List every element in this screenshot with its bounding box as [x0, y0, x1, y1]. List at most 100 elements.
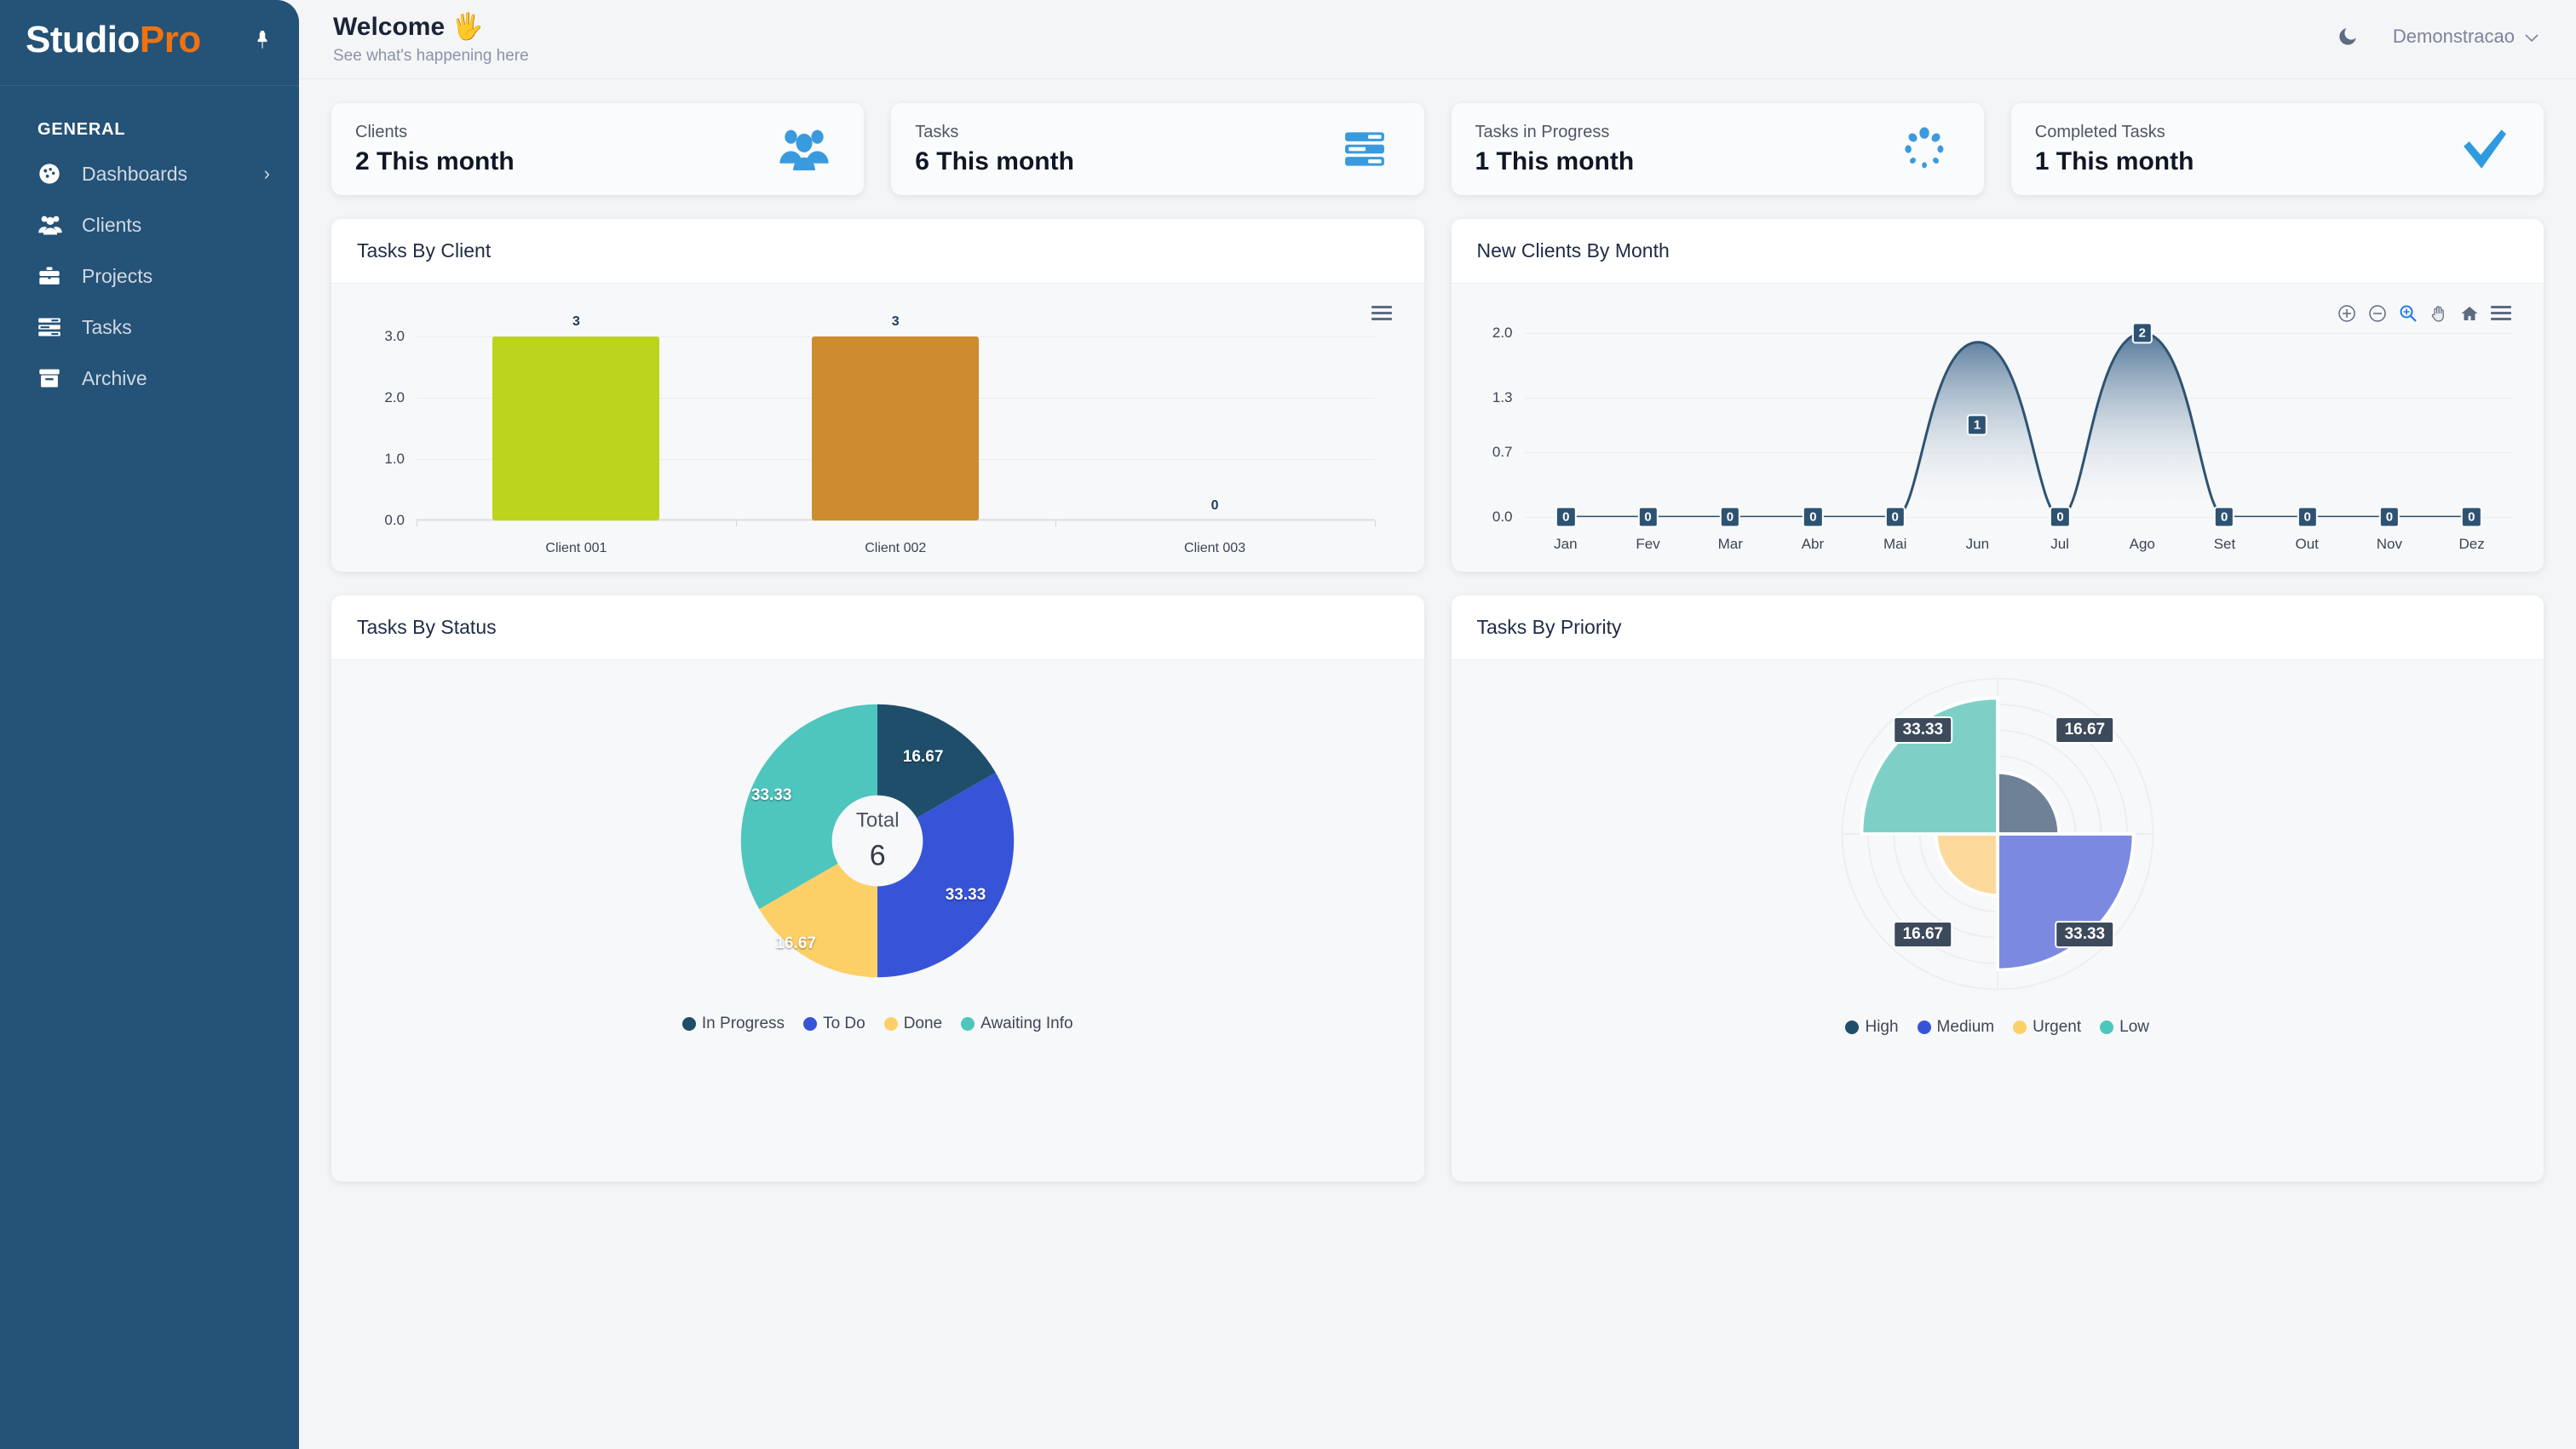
- line-x-labels: Jan Fev Mar Abr Mai Jun Jul Ago Set Out: [1525, 536, 2514, 553]
- panel-tasks-by-client: Tasks By Client 3.0 2.0 1.0 0.0 3 3 0 Cl…: [331, 219, 1424, 572]
- kpi-label: Tasks in Progress: [1475, 122, 1610, 141]
- bar-value-label: 3: [572, 314, 580, 329]
- hamburger-menu-icon[interactable]: [2491, 302, 2511, 324]
- data-point-label: 0: [1555, 506, 1577, 528]
- main-area: Welcome 🖐 See what's happening here Demo…: [299, 0, 2576, 1449]
- legend-label: Awaiting Info: [980, 1015, 1073, 1032]
- sidebar-item-archive[interactable]: Archive: [0, 353, 299, 404]
- legend-label: Done: [903, 1015, 943, 1032]
- y-tick-label: 3.0: [384, 328, 405, 344]
- kpi-card-tasks[interactable]: Tasks 6 This month: [891, 103, 1424, 195]
- kpi-label: Tasks: [915, 122, 959, 141]
- polar-slice-label-urgent: 16.67: [1893, 920, 1953, 948]
- bar-client-001[interactable]: 3: [492, 314, 660, 520]
- panel-new-clients-by-month: New Clients By Month 2.0 1.3 0.7 0.0 0 0…: [1451, 219, 2544, 572]
- data-point-label: 0: [1637, 506, 1659, 528]
- sidebar-item-dashboards[interactable]: Dashboards ›: [0, 148, 299, 199]
- data-point-label: 0: [2050, 506, 2071, 528]
- zoom-out-icon[interactable]: [2368, 304, 2387, 323]
- donut-slice-label: 16.67: [775, 934, 816, 953]
- polar-slice-medium[interactable]: [1995, 832, 2136, 972]
- y-tick-label: 1.0: [384, 450, 405, 467]
- sidebar-item-projects[interactable]: Projects: [0, 250, 299, 302]
- panel-body: Total 6 16.67 33.33 16.67 33.33 In Progr…: [331, 660, 1424, 1182]
- kpi-text: Completed Tasks 1 This month: [2035, 123, 2194, 176]
- sidebar-item-tasks[interactable]: Tasks: [0, 302, 299, 353]
- polar-slice-high[interactable]: [1995, 770, 2061, 836]
- y-tick-label: 1.3: [1492, 388, 1513, 405]
- x-tick-label: Client 003: [1184, 541, 1246, 555]
- donut-center-text: Total 6: [856, 809, 900, 873]
- legend-item-in-progress[interactable]: In Progress: [681, 1015, 785, 1033]
- kpi-card-tasks-in-progress[interactable]: Tasks in Progress 1 This month: [1451, 103, 1984, 195]
- y-tick-label: 0.0: [1492, 509, 1513, 525]
- legend-item-urgent[interactable]: Urgent: [2013, 1018, 2081, 1037]
- y-tick-label: 0.0: [384, 512, 405, 528]
- pan-hand-icon[interactable]: [2429, 304, 2448, 323]
- y-tick-label: 2.0: [1492, 325, 1513, 341]
- hamburger-menu-icon[interactable]: [1371, 302, 1392, 324]
- legend-label: To Do: [823, 1015, 865, 1032]
- user-menu-label: Demonstracao: [2392, 26, 2515, 47]
- charts-row-1: Tasks By Client 3.0 2.0 1.0 0.0 3 3 0 Cl…: [331, 219, 2544, 572]
- line-chart-plot: 2.0 1.3 0.7 0.0 0 0 0 0 0 1 0 2 0 0 0 0: [1492, 322, 2513, 528]
- dashboard-gauge-icon: [37, 162, 72, 186]
- kpi-card-clients[interactable]: Clients 2 This month: [331, 103, 865, 195]
- gridline: 0.0: [384, 512, 1375, 528]
- legend-label: In Progress: [701, 1015, 785, 1032]
- bar-column: 3: [417, 314, 736, 520]
- bar-chart-toolbar: [1371, 302, 1392, 324]
- panel-header: New Clients By Month: [1451, 219, 2544, 284]
- legend-item-awaiting-info[interactable]: Awaiting Info: [961, 1015, 1073, 1033]
- sidebar-item-clients[interactable]: Clients: [0, 199, 299, 250]
- user-menu[interactable]: Demonstracao: [2393, 26, 2539, 48]
- sidebar-brand-row: StudioPro: [0, 0, 299, 80]
- bar-client-002[interactable]: 3: [812, 314, 980, 520]
- x-tick-label: Fev: [1636, 536, 1660, 552]
- donut-slice-label: 33.33: [750, 785, 792, 804]
- bar-chart: 3.0 2.0 1.0 0.0 3 3 0 Client 001 Client …: [331, 314, 1424, 568]
- data-point-label: 0: [1719, 506, 1741, 528]
- legend-label: Medium: [1936, 1018, 1995, 1036]
- pin-icon[interactable]: [248, 26, 277, 55]
- legend-item-to-do[interactable]: To Do: [803, 1015, 865, 1033]
- panel-body: 33.33 16.67 16.67 33.33 High Medium Urge…: [1452, 660, 2544, 1182]
- status-legend: In Progress To Do Done Awaiting Info: [681, 1015, 1073, 1033]
- legend-color-dot: [883, 1017, 898, 1031]
- kpi-text: Tasks 6 This month: [915, 123, 1074, 176]
- check-mark-icon: [2453, 123, 2515, 175]
- legend-color-dot: [803, 1017, 818, 1031]
- dark-mode-toggle[interactable]: [2333, 22, 2362, 51]
- charts-row-2: Tasks By Status Total 6 16.67 33.33 16.6…: [331, 595, 2544, 1182]
- panel-header: Tasks By Status: [331, 595, 1424, 660]
- legend-label: Low: [2119, 1018, 2150, 1036]
- panel-header: Tasks By Priority: [1451, 595, 2544, 660]
- legend-item-medium[interactable]: Medium: [1917, 1018, 1995, 1037]
- task-list-icon: [37, 316, 72, 338]
- kpi-label: Clients: [355, 122, 408, 141]
- home-reset-icon[interactable]: [2460, 304, 2479, 323]
- panel-title: New Clients By Month: [1476, 239, 1670, 262]
- polar-slice-urgent[interactable]: [1934, 832, 1999, 898]
- data-point-label: 2: [2131, 322, 2153, 344]
- selection-zoom-icon[interactable]: [2399, 304, 2418, 323]
- kpi-value: 2 This month: [355, 147, 515, 175]
- donut-slice-awaiting-info[interactable]: [741, 704, 878, 910]
- data-point-label: 0: [1803, 506, 1824, 528]
- x-tick-label: Mar: [1717, 536, 1743, 552]
- legend-color-dot: [681, 1017, 696, 1031]
- page-title: Welcome 🖐: [333, 12, 529, 42]
- panel-tasks-by-priority: Tasks By Priority 33.33 16.67 16.67 33.3…: [1451, 595, 2544, 1182]
- legend-item-low[interactable]: Low: [2100, 1018, 2149, 1037]
- legend-item-done[interactable]: Done: [883, 1015, 943, 1033]
- line-chart-toolbar: [2337, 302, 2511, 324]
- gridline: 0.0: [1492, 509, 2513, 525]
- x-tick-label: Client 002: [865, 541, 927, 555]
- donut-slice-to-do[interactable]: [877, 772, 1015, 978]
- panel-title: Tasks By Client: [357, 239, 492, 262]
- app-logo[interactable]: StudioPro: [26, 21, 201, 59]
- kpi-value: 6 This month: [915, 147, 1074, 175]
- zoom-in-icon[interactable]: [2337, 304, 2356, 323]
- legend-item-high[interactable]: High: [1845, 1018, 1899, 1037]
- kpi-card-completed-tasks[interactable]: Completed Tasks 1 This month: [2010, 103, 2544, 195]
